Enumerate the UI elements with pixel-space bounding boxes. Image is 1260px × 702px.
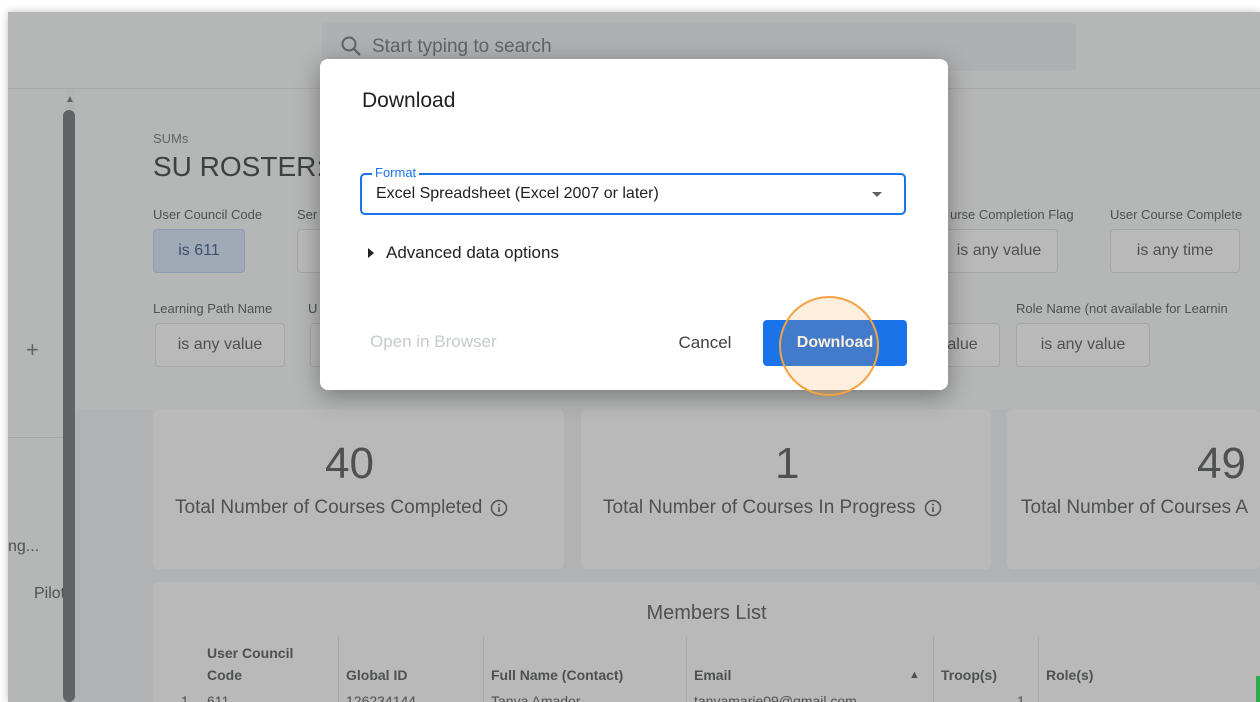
format-label: Format [372, 165, 420, 180]
advanced-options-toggle[interactable]: Advanced data options [368, 243, 559, 263]
format-select[interactable]: Format Excel Spreadsheet (Excel 2007 or … [360, 165, 906, 215]
corner-indicator [1256, 676, 1260, 702]
dialog-title: Download [362, 89, 456, 112]
open-in-browser-button[interactable]: Open in Browser [370, 332, 497, 352]
advanced-options-label: Advanced data options [386, 243, 559, 262]
format-value: Excel Spreadsheet (Excel 2007 or later) [376, 185, 659, 202]
cancel-button[interactable]: Cancel [670, 321, 740, 365]
expand-arrow-icon [368, 248, 374, 258]
chevron-down-icon[interactable] [872, 192, 882, 197]
click-highlight [779, 296, 879, 396]
